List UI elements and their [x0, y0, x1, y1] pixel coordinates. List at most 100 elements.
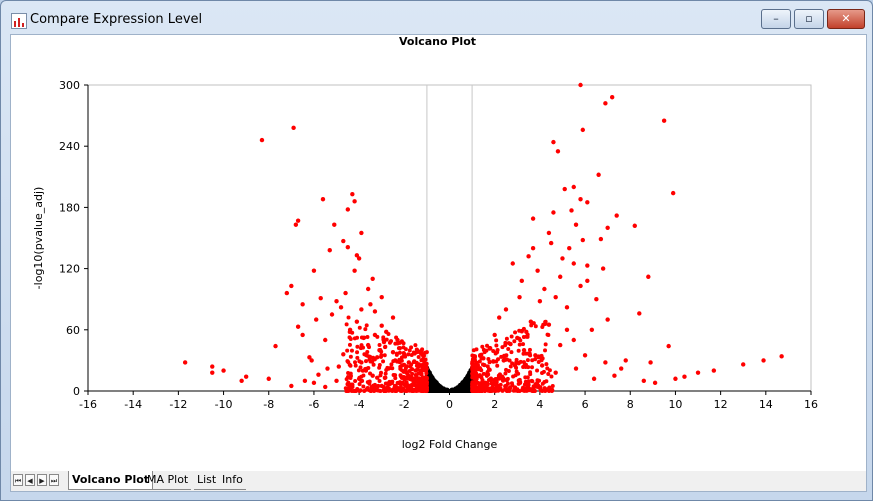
- significant-point: [533, 382, 538, 387]
- significant-point: [543, 389, 548, 393]
- significant-point: [284, 290, 290, 296]
- x-tick-label: -10: [215, 398, 233, 411]
- significant-point: [405, 382, 410, 387]
- significant-point: [503, 340, 508, 345]
- significant-point: [585, 278, 590, 284]
- significant-point: [379, 294, 384, 300]
- significant-point: [372, 309, 378, 314]
- significant-point: [494, 338, 499, 343]
- significant-point: [350, 191, 355, 197]
- significant-point: [612, 373, 617, 378]
- significant-point: [259, 137, 265, 143]
- significant-point: [492, 332, 497, 338]
- significant-point: [508, 341, 513, 347]
- significant-point: [477, 353, 482, 358]
- significant-point: [488, 376, 493, 381]
- significant-point: [605, 317, 610, 322]
- tab-list[interactable]: List: [194, 471, 220, 490]
- significant-point: [358, 365, 363, 370]
- significant-point: [503, 371, 508, 376]
- significant-point: [509, 334, 514, 339]
- significant-point: [348, 354, 353, 359]
- significant-point: [470, 361, 475, 366]
- y-tick-label: 240: [59, 140, 80, 153]
- significant-point: [293, 222, 299, 227]
- significant-point: [569, 208, 574, 213]
- significant-point: [424, 382, 429, 387]
- significant-point: [381, 339, 387, 345]
- significant-point: [652, 380, 658, 386]
- significant-point: [401, 387, 406, 392]
- significant-point: [482, 350, 487, 355]
- significant-point: [355, 355, 360, 360]
- significant-point: [512, 339, 517, 344]
- significant-point: [379, 370, 384, 375]
- significant-point: [361, 335, 366, 341]
- significant-point: [347, 342, 352, 347]
- significant-point: [524, 329, 529, 335]
- significant-point: [487, 367, 492, 372]
- significant-point: [591, 376, 597, 381]
- significant-point: [313, 317, 319, 322]
- significant-point: [528, 372, 533, 377]
- significant-point: [503, 384, 508, 389]
- significant-point: [350, 384, 355, 390]
- significant-point: [506, 369, 511, 374]
- significant-point: [210, 364, 215, 369]
- significant-point: [239, 378, 244, 383]
- significant-point: [364, 359, 369, 364]
- significant-point: [402, 353, 407, 358]
- significant-point: [555, 149, 561, 154]
- significant-point: [498, 382, 503, 387]
- significant-point: [364, 323, 369, 328]
- significant-point: [398, 382, 403, 387]
- significant-point: [493, 387, 498, 392]
- next-tab-button[interactable]: ▶: [37, 474, 47, 486]
- first-tab-button[interactable]: ⏮: [13, 474, 23, 486]
- significant-point: [524, 388, 529, 393]
- significant-point: [325, 366, 330, 371]
- significant-point: [353, 363, 358, 368]
- significant-point: [609, 95, 615, 100]
- significant-point: [295, 324, 301, 329]
- significant-point: [494, 343, 499, 348]
- y-tick-label: 180: [59, 201, 80, 214]
- tab-volcano-plot[interactable]: Volcano Plot: [68, 471, 154, 490]
- significant-point: [564, 327, 570, 332]
- x-tick-label: 2: [491, 398, 498, 411]
- significant-point: [600, 266, 606, 271]
- significant-point: [512, 386, 517, 391]
- significant-point: [549, 374, 554, 379]
- significant-point: [553, 294, 558, 300]
- significant-point: [580, 127, 586, 133]
- prev-tab-button[interactable]: ◀: [25, 474, 35, 486]
- significant-point: [553, 370, 558, 375]
- significant-point: [540, 324, 545, 329]
- significant-point: [349, 348, 354, 353]
- significant-point: [598, 236, 604, 242]
- significant-point: [603, 101, 608, 106]
- significant-point: [549, 387, 554, 392]
- significant-point: [334, 299, 339, 304]
- significant-point: [585, 200, 590, 205]
- significant-point: [496, 357, 501, 362]
- significant-point: [546, 372, 551, 377]
- significant-point: [355, 350, 360, 355]
- significant-point: [605, 225, 610, 230]
- tab-info[interactable]: Info: [219, 471, 246, 490]
- tab-ma-plot[interactable]: MA Plot: [144, 471, 192, 490]
- significant-point: [648, 360, 653, 365]
- significant-point: [546, 230, 552, 236]
- significant-point: [357, 388, 362, 393]
- significant-point: [582, 353, 588, 358]
- significant-point: [392, 383, 397, 388]
- significant-point: [682, 374, 687, 379]
- significant-point: [418, 363, 423, 368]
- significant-point: [550, 384, 555, 389]
- significant-point: [266, 376, 271, 381]
- significant-point: [377, 342, 382, 347]
- significant-point: [338, 305, 344, 310]
- significant-point: [375, 355, 380, 360]
- significant-point: [353, 379, 358, 384]
- last-tab-button[interactable]: ⏭: [49, 474, 59, 486]
